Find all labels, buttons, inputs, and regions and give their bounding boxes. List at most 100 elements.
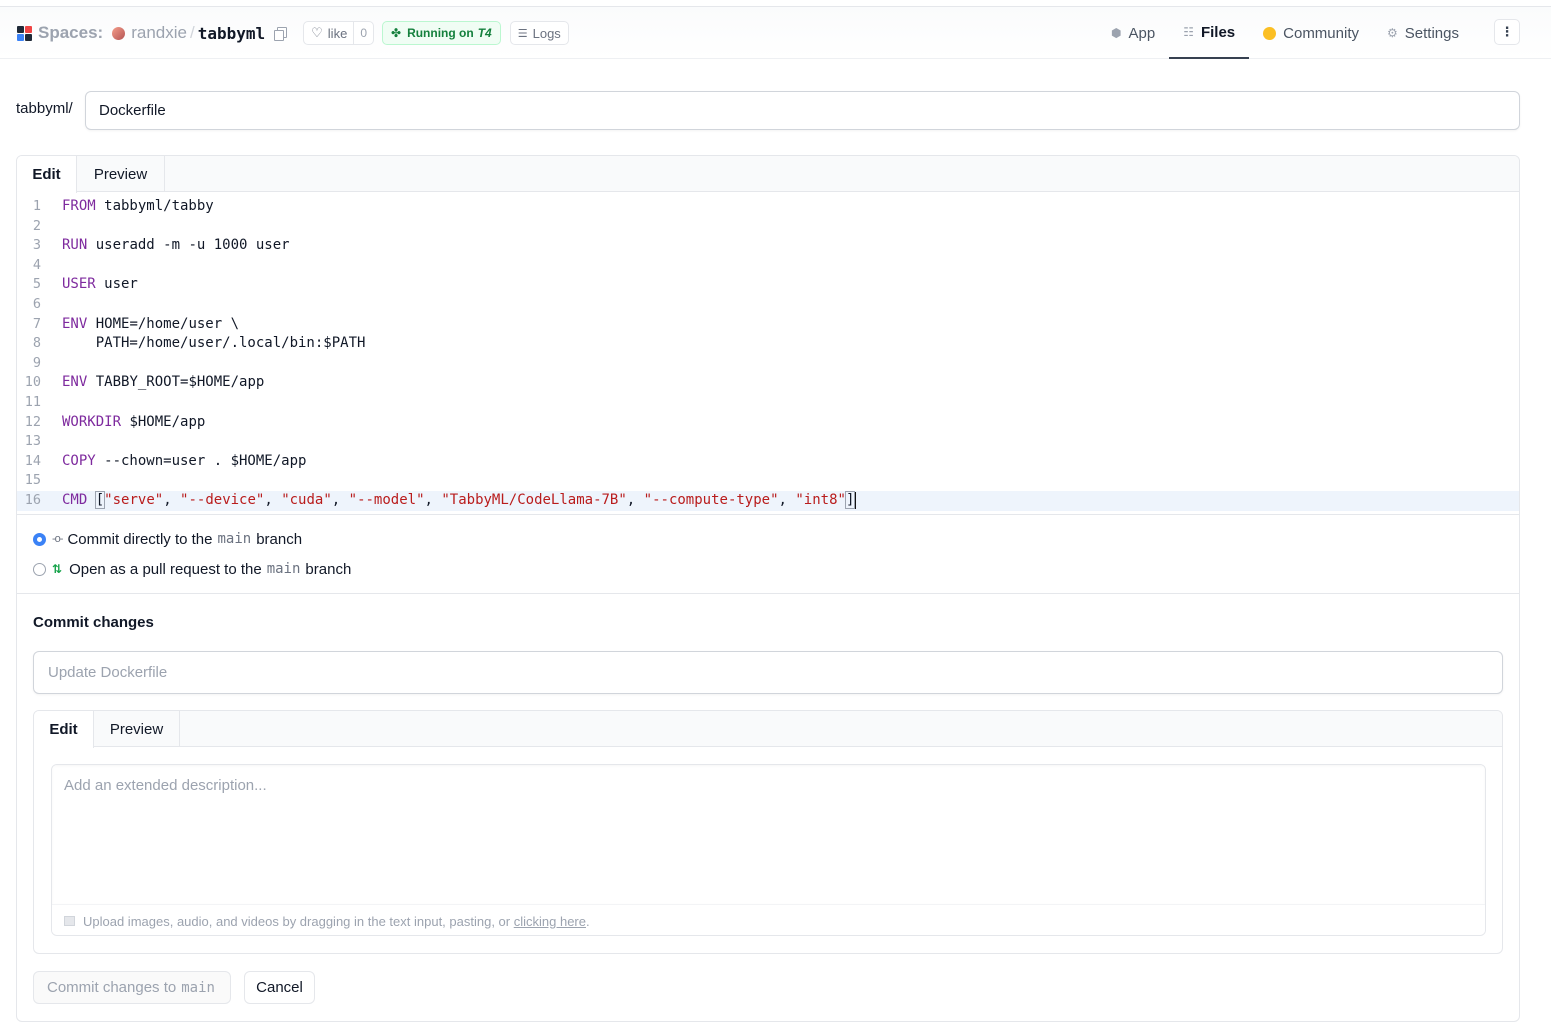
space-nav: ⬢ App ☷ Files Community ⚙ Settings bbox=[1097, 7, 1473, 59]
commit-pr-text: Open as a pull request to the bbox=[69, 560, 262, 578]
code-keyword: CMD bbox=[62, 492, 88, 508]
commit-direct-suffix: branch bbox=[256, 530, 303, 548]
files-icon: ☷ bbox=[1183, 25, 1194, 39]
upload-hint-text: Upload images, audio, and videos by drag… bbox=[83, 913, 511, 929]
tab-settings-label: Settings bbox=[1404, 24, 1459, 42]
hardware-label: T4 bbox=[477, 26, 492, 40]
like-button[interactable]: ♡ like 0 bbox=[303, 21, 374, 45]
branch-name: main bbox=[266, 561, 301, 577]
commit-summary-input[interactable] bbox=[33, 651, 1503, 694]
code-line[interactable]: 13 bbox=[17, 432, 1519, 452]
line-number: 9 bbox=[32, 354, 41, 371]
comma: , bbox=[163, 492, 181, 508]
commit-button-branch: main bbox=[181, 979, 215, 996]
code-keyword: RUN bbox=[62, 237, 88, 254]
line-number: 7 bbox=[32, 315, 41, 332]
running-status-badge[interactable]: ✤ Running on T4 bbox=[382, 21, 501, 45]
open-bracket: [ bbox=[94, 491, 106, 509]
string-literal: "--device" bbox=[180, 492, 265, 508]
commit-pr-radio[interactable] bbox=[33, 562, 46, 576]
commit-button-label: Commit changes to bbox=[47, 979, 177, 996]
code-text: WORKDIR $HOME/app bbox=[62, 413, 205, 433]
tab-app-label: App bbox=[1128, 24, 1156, 42]
commit-description-box: Edit Preview Upload images, audio, and v… bbox=[33, 710, 1503, 954]
code-keyword: ENV bbox=[62, 315, 88, 332]
line-number: 5 bbox=[32, 276, 41, 293]
commit-direct-option[interactable]: -o- Commit directly to the main branch bbox=[33, 528, 302, 550]
more-options-button[interactable]: ⋮ bbox=[1494, 19, 1520, 45]
code-line[interactable]: 15 bbox=[17, 471, 1519, 491]
commit-direct-radio[interactable] bbox=[33, 532, 46, 546]
tab-community[interactable]: Community bbox=[1249, 7, 1373, 59]
code-line[interactable]: 12 WORKDIR $HOME/app bbox=[17, 413, 1519, 433]
space-header-left: Spaces: randxie / tabbyml ♡ like 0 ✤ Runn… bbox=[17, 21, 569, 45]
code-rest: user bbox=[95, 276, 138, 293]
description-textarea[interactable] bbox=[52, 765, 1485, 904]
code-text: USER user bbox=[62, 275, 138, 295]
code-editor[interactable]: 1 FROM tabbyml/tabby 2 3 RUN useradd -m -u 1… bbox=[17, 193, 1519, 513]
code-rest bbox=[87, 492, 95, 508]
code-line[interactable]: 5 USER user bbox=[17, 275, 1519, 295]
tab-settings[interactable]: ⚙ Settings bbox=[1373, 7, 1473, 59]
like-count[interactable]: 0 bbox=[353, 22, 373, 44]
code-line[interactable]: 7 ENV HOME=/home/user \ bbox=[17, 315, 1519, 335]
code-line[interactable]: 4 bbox=[17, 256, 1519, 276]
code-line[interactable]: 11 bbox=[17, 393, 1519, 413]
code-line[interactable]: 9 bbox=[17, 354, 1519, 374]
code-keyword: ENV bbox=[62, 374, 88, 391]
code-text: RUN useradd -m -u 1000 user bbox=[62, 236, 290, 256]
editor-tab-edit[interactable]: Edit bbox=[17, 156, 77, 193]
code-text: COPY --chown=user . $HOME/app bbox=[62, 452, 306, 472]
commit-direct-text: Commit directly to the bbox=[67, 530, 213, 548]
commit-pr-option[interactable]: ⇅ Open as a pull request to the main bra… bbox=[33, 558, 351, 580]
copy-icon[interactable] bbox=[274, 27, 288, 41]
owner-link[interactable]: randxie bbox=[131, 23, 187, 43]
code-line[interactable]: 1 FROM tabbyml/tabby bbox=[17, 197, 1519, 217]
heart-icon: ♡ bbox=[311, 25, 323, 40]
description-editor: Upload images, audio, and videos by drag… bbox=[51, 764, 1486, 936]
string-literal: "serve" bbox=[104, 492, 164, 508]
upload-hint: Upload images, audio, and videos by drag… bbox=[52, 904, 1485, 935]
logs-label: Logs bbox=[532, 25, 561, 41]
code-keyword: WORKDIR bbox=[62, 413, 122, 430]
close-bracket: ] bbox=[844, 491, 856, 509]
line-number: 15 bbox=[24, 472, 41, 489]
tab-files[interactable]: ☷ Files bbox=[1169, 7, 1250, 59]
path-prefix: tabbyml/ bbox=[16, 100, 73, 117]
repo-name-link[interactable]: tabbyml bbox=[198, 24, 265, 43]
cancel-button[interactable]: Cancel bbox=[244, 971, 315, 1004]
code-line[interactable]: 16 CMD ["serve", "--device", "cuda", "--m… bbox=[17, 491, 1519, 511]
upload-link[interactable]: clicking here bbox=[514, 914, 586, 929]
line-number: 2 bbox=[32, 217, 41, 234]
code-line[interactable]: 10 ENV TABBY_ROOT=$HOME/app bbox=[17, 373, 1519, 393]
string-literal: "TabbyML/CodeLlama-7B" bbox=[441, 492, 627, 508]
filename-input[interactable] bbox=[85, 91, 1520, 130]
like-main[interactable]: ♡ like bbox=[304, 22, 353, 44]
comma: , bbox=[778, 492, 796, 508]
spaces-label[interactable]: Spaces: bbox=[38, 23, 103, 43]
code-rest: tabbyml/tabby bbox=[95, 198, 214, 214]
code-line[interactable]: 6 bbox=[17, 295, 1519, 315]
code-text: ENV HOME=/home/user \ bbox=[62, 315, 239, 335]
tab-app[interactable]: ⬢ App bbox=[1097, 7, 1169, 59]
text-cursor bbox=[855, 491, 857, 509]
logs-button[interactable]: ☰ Logs bbox=[509, 21, 569, 45]
line-number: 16 bbox=[24, 492, 41, 508]
description-tab-preview[interactable]: Preview bbox=[94, 711, 180, 747]
code-line[interactable]: 14 COPY --chown=user . $HOME/app bbox=[17, 452, 1519, 472]
running-label: Running on bbox=[407, 26, 474, 40]
comma: , bbox=[331, 492, 349, 508]
commit-changes-button[interactable]: Commit changes to main bbox=[33, 971, 231, 1004]
upload-hint-end: . bbox=[586, 913, 590, 929]
comma: , bbox=[626, 492, 644, 508]
image-icon bbox=[64, 916, 75, 926]
tab-community-label: Community bbox=[1283, 24, 1359, 42]
logs-icon: ☰ bbox=[517, 27, 528, 40]
editor-tab-preview[interactable]: Preview bbox=[77, 156, 165, 192]
string-literal: "--model" bbox=[348, 492, 425, 508]
code-line[interactable]: 2 bbox=[17, 217, 1519, 237]
file-editor: Edit Preview 1 FROM tabbyml/tabby 2 3 RUN us… bbox=[16, 155, 1520, 1022]
code-line[interactable]: 8 PATH=/home/user/.local/bin:$PATH bbox=[17, 334, 1519, 354]
code-line[interactable]: 3 RUN useradd -m -u 1000 user bbox=[17, 236, 1519, 256]
description-tab-edit[interactable]: Edit bbox=[34, 711, 94, 748]
